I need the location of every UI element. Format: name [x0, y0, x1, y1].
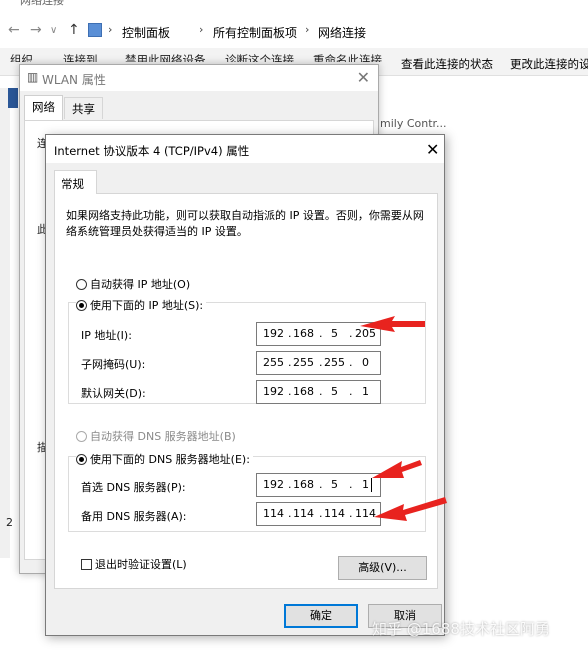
tab-general[interactable]: 常规: [54, 170, 97, 194]
arrow-alternate-dns-icon: [374, 497, 447, 521]
arrow-ip-icon: [360, 316, 425, 332]
arrow-preferred-dns-icon: [372, 460, 422, 478]
watermark: 知乎 @1688技术社区阿勇: [372, 620, 550, 638]
annotation-arrows: [360, 316, 447, 521]
